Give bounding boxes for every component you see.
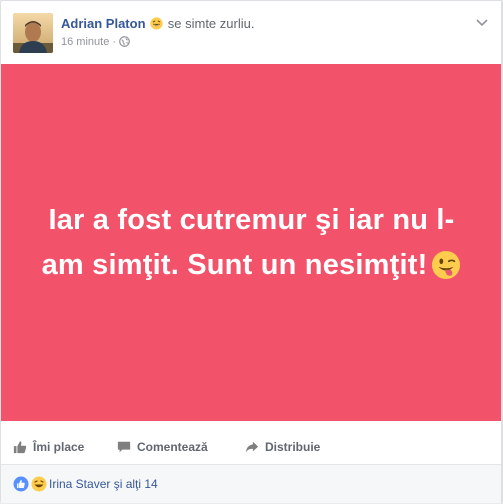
author-line: Adrian Platon se simte zurliu. <box>61 15 254 32</box>
reaction-icons <box>13 476 47 492</box>
globe-icon[interactable] <box>119 36 130 47</box>
laughing-emoji-icon <box>150 17 163 30</box>
share-icon <box>245 441 259 453</box>
status-text: Iar a fost cutremur şi iar nu l-am simţi… <box>41 203 455 281</box>
winking-tongue-emoji-icon <box>431 249 461 279</box>
like-label: Îmi place <box>33 440 85 454</box>
banner-text-block: Iar a fost cutremur şi iar nu l-am simţi… <box>37 198 466 288</box>
avatar[interactable] <box>13 13 53 53</box>
comment-icon <box>117 441 131 453</box>
status-background-banner: Iar a fost cutremur şi iar nu l-am simţi… <box>1 64 502 421</box>
haha-reaction-icon <box>31 476 47 492</box>
reaction-names[interactable]: Irina Staver şi alţi 14 <box>49 477 158 491</box>
reactions-summary[interactable]: Irina Staver şi alţi 14 <box>1 465 502 503</box>
author-name[interactable]: Adrian Platon <box>61 16 146 31</box>
feeling-text: se simte zurliu. <box>167 16 255 31</box>
thumbs-up-icon <box>13 441 27 454</box>
like-button[interactable]: Îmi place <box>13 440 84 454</box>
comment-label: Comentează <box>137 440 208 454</box>
share-label: Distribuie <box>265 440 321 454</box>
meta-separator: · <box>112 36 116 48</box>
scrollbar-edge <box>501 1 502 504</box>
post-header: Adrian Platon se simte zurliu. 16 minute… <box>1 1 502 63</box>
post-meta: 16 minute · <box>61 36 130 48</box>
like-reaction-icon <box>13 476 29 492</box>
comment-button[interactable]: Comentează <box>117 440 208 454</box>
share-button[interactable]: Distribuie <box>245 440 320 454</box>
post-actions-bar: Îmi place Comentează Distribuie <box>1 431 502 465</box>
facebook-post: Adrian Platon se simte zurliu. 16 minute… <box>0 0 503 504</box>
chevron-down-icon[interactable] <box>476 15 488 27</box>
timestamp[interactable]: 16 minute <box>61 36 109 48</box>
